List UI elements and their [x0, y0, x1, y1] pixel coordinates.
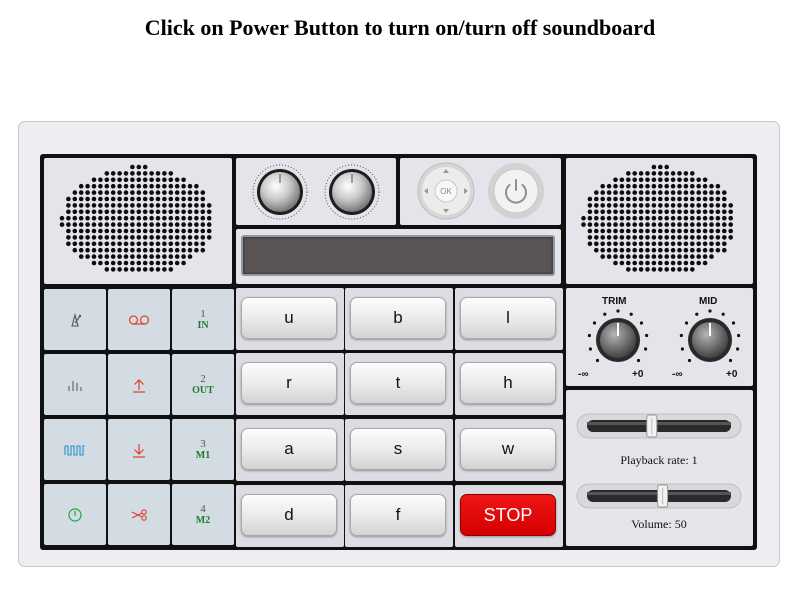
power-button[interactable] [486, 160, 546, 222]
page-title: Click on Power Button to turn on/turn of… [144, 15, 656, 40]
slider-panel: Playback rate: 1 Volume: 50 [566, 390, 753, 546]
volume-caption: Volume: 50 [631, 517, 687, 531]
sound-key-u[interactable]: u [241, 297, 337, 339]
voicemail-icon [128, 314, 150, 326]
tool-button-m1[interactable]: 3 M1 [172, 419, 234, 480]
key-cell: f [345, 485, 453, 547]
playback-rate-caption: Playback rate: 1 [620, 453, 698, 467]
tool-button-download[interactable] [108, 419, 170, 480]
tool-label: IN [197, 319, 209, 331]
tool-button-m2[interactable]: 4 M2 [172, 484, 234, 545]
tool-button-equalizer-bars[interactable] [44, 354, 106, 415]
trim-knob[interactable] [586, 308, 650, 372]
key-cell: h [455, 353, 563, 415]
tool-button-upload[interactable] [108, 354, 170, 415]
mid-scale-min: -∞ [672, 369, 683, 380]
scissors-icon [130, 508, 148, 522]
mid-knob[interactable] [678, 308, 742, 372]
trim-scale-max: +0 [632, 369, 644, 380]
right-speaker [566, 158, 753, 284]
trim-scale-min: -∞ [578, 369, 589, 380]
key-cell: s [345, 419, 453, 481]
lcd-display [241, 235, 555, 276]
upload-icon [131, 377, 147, 393]
key-cell: u [236, 288, 344, 350]
tool-number: 1 [200, 307, 206, 320]
stop-button[interactable]: STOP [460, 494, 556, 536]
sound-key-d[interactable]: d [241, 494, 337, 536]
tool-label: OUT [192, 384, 214, 396]
tool-button-in[interactable]: 1 IN [172, 289, 234, 350]
tool-button-power-circle[interactable] [44, 484, 106, 545]
square-wave-icon [64, 444, 86, 456]
nav-pad[interactable]: OK [416, 160, 476, 222]
playback-rate-slider[interactable] [570, 404, 748, 448]
key-cell: w [455, 419, 563, 481]
knob-panel [236, 158, 396, 225]
key-cell: STOP [455, 485, 563, 547]
tool-label: M2 [195, 514, 211, 526]
sound-key-b[interactable]: b [350, 297, 446, 339]
metronome-icon [67, 312, 83, 328]
tool-button-voicemail[interactable] [108, 289, 170, 350]
tool-button-scissors[interactable] [108, 484, 170, 545]
mid-scale-max: +0 [726, 369, 738, 380]
power-circle-icon [67, 507, 83, 523]
knob-2[interactable] [323, 163, 381, 221]
left-speaker [44, 158, 232, 284]
tool-number: 4 [200, 502, 206, 515]
tool-label: M1 [195, 449, 211, 461]
key-cell: l [455, 288, 563, 350]
sound-key-a[interactable]: a [241, 428, 337, 470]
mid-label: MID [699, 296, 718, 307]
eq-panel: TRIM MID -∞ +0 -∞ +0 [566, 288, 753, 386]
tool-button-metronome[interactable] [44, 289, 106, 350]
key-cell: t [345, 353, 453, 415]
trim-label: TRIM [602, 296, 627, 307]
key-cell: r [236, 353, 344, 415]
sound-key-w[interactable]: w [460, 428, 556, 470]
tool-number: 2 [200, 372, 206, 385]
nav-ok-label[interactable]: OK [440, 187, 452, 196]
knob-1[interactable] [251, 163, 309, 221]
sound-key-r[interactable]: r [241, 362, 337, 404]
sound-key-h[interactable]: h [460, 362, 556, 404]
key-cell: d [236, 485, 344, 547]
sound-key-s[interactable]: s [350, 428, 446, 470]
control-panel: OK [400, 158, 561, 225]
volume-slider[interactable] [570, 474, 748, 518]
sound-key-l[interactable]: l [460, 297, 556, 339]
sound-key-f[interactable]: f [350, 494, 446, 536]
tool-button-out[interactable]: 2 OUT [172, 354, 234, 415]
tool-button-square-wave[interactable] [44, 419, 106, 480]
equalizer-bars-icon [67, 378, 83, 392]
download-icon [131, 442, 147, 458]
sound-key-t[interactable]: t [350, 362, 446, 404]
tool-number: 3 [200, 437, 206, 450]
key-cell: a [236, 419, 344, 481]
key-cell: b [345, 288, 453, 350]
